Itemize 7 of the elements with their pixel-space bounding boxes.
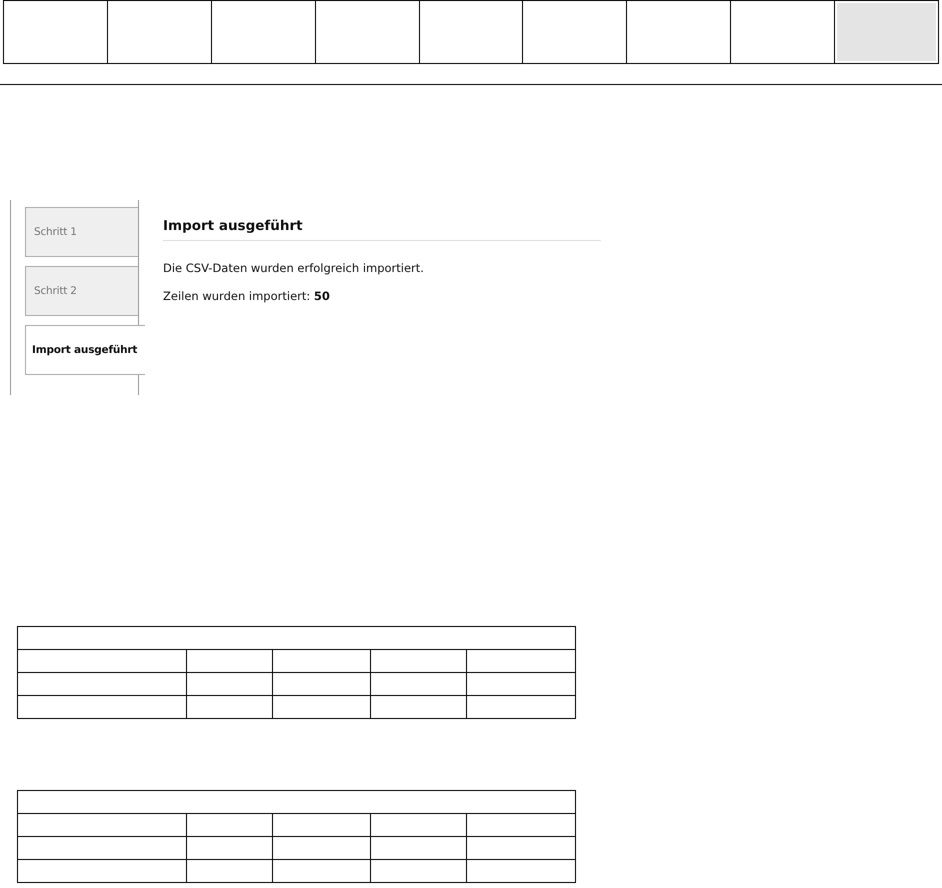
step-tab[interactable]: Schritt 1: [25, 207, 139, 257]
section-title: Import ausgeführt: [163, 218, 601, 241]
status-message: Die CSV-Daten wurden erfolgreich importiert.: [163, 261, 425, 275]
nav-cell[interactable]: [835, 1, 939, 63]
step-tab[interactable]: Schritt 2: [25, 266, 139, 316]
step-tab[interactable]: Import ausgeführt: [25, 325, 145, 375]
status-message: Zeilen wurden importiert: 50: [163, 289, 331, 303]
